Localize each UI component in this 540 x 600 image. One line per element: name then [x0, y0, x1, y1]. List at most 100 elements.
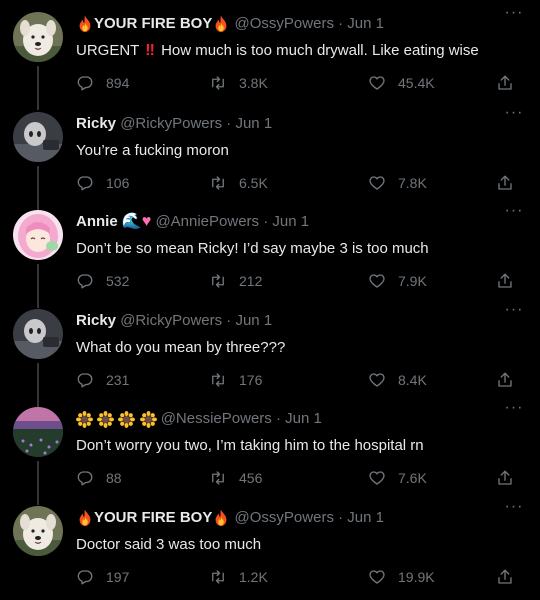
more-options-icon[interactable]: ··· — [502, 499, 526, 520]
like-icon — [368, 568, 386, 586]
retweet-icon — [209, 469, 227, 487]
tweet-actions: 106 6.5K 7.8K — [76, 172, 526, 194]
hearts-icon: ♥ — [141, 213, 152, 231]
share-button[interactable] — [496, 72, 526, 94]
more-options-icon[interactable]: ··· — [502, 400, 526, 421]
tweet-text: Doctor said 3 was too much — [76, 536, 262, 553]
tweet-1[interactable]: YOUR FIRE BOY @OssyPowers · Jun 1 ··· UR… — [0, 0, 540, 110]
share-icon — [496, 174, 514, 192]
display-name[interactable]: YOUR FIRE BOY — [94, 15, 212, 32]
like-icon — [368, 74, 386, 92]
tweet-3[interactable]: Annie 🌊♥ @AnniePowers · Jun 1 ··· Don’t … — [0, 198, 540, 308]
wave-icon: 🌊 — [121, 213, 142, 231]
like-button[interactable]: 7.6K — [368, 467, 427, 489]
share-icon — [496, 272, 514, 290]
more-options-icon[interactable]: ··· — [502, 203, 526, 224]
reply-button[interactable]: 894 — [76, 72, 129, 94]
reply-button[interactable]: 532 — [76, 270, 129, 292]
tweet-header: @NessiePowers · Jun 1 — [76, 408, 510, 430]
retweet-count: 456 — [239, 470, 263, 486]
handle[interactable]: @RickyPowers — [120, 115, 222, 132]
anime-avatar[interactable] — [13, 210, 63, 260]
reply-count: 231 — [106, 372, 130, 388]
retweet-count: 176 — [239, 372, 263, 388]
tweet-header: Ricky @RickyPowers · Jun 1 — [76, 310, 510, 332]
like-count: 45.4K — [398, 75, 435, 91]
ghost-avatar[interactable] — [13, 309, 63, 359]
retweet-button[interactable]: 1.2K — [209, 566, 268, 588]
share-button[interactable] — [496, 566, 526, 588]
tweet-text: What do you mean by three??? — [76, 339, 286, 356]
reply-count: 894 — [106, 75, 130, 91]
like-icon — [368, 272, 386, 290]
tweet-date[interactable]: Jun 1 — [235, 115, 272, 132]
tweet-date[interactable]: Jun 1 — [272, 213, 309, 230]
tweet-date[interactable]: Jun 1 — [347, 15, 384, 32]
retweet-button[interactable]: 176 — [209, 369, 262, 391]
retweet-button[interactable]: 6.5K — [209, 172, 268, 194]
share-button[interactable] — [496, 172, 526, 194]
fire-icon — [76, 509, 94, 527]
like-count: 7.9K — [398, 273, 427, 289]
tweet-header: Ricky @RickyPowers · Jun 1 — [76, 113, 510, 135]
tweet-6[interactable]: YOUR FIRE BOY @OssyPowers · Jun 1 ··· Do… — [0, 494, 540, 592]
display-name[interactable]: Ricky — [76, 312, 116, 329]
fire-icon — [212, 509, 230, 527]
retweet-button[interactable]: 212 — [209, 270, 262, 292]
display-name[interactable]: YOUR FIRE BOY — [94, 509, 212, 526]
dog-avatar[interactable] — [13, 506, 63, 556]
like-button[interactable]: 7.8K — [368, 172, 427, 194]
tweet-4[interactable]: Ricky @RickyPowers · Jun 1 ··· What do y… — [0, 297, 540, 407]
sunflower-icon — [118, 411, 135, 428]
tweet-date[interactable]: Jun 1 — [347, 509, 384, 526]
landscape-avatar[interactable] — [13, 407, 63, 457]
retweet-button[interactable]: 3.8K — [209, 72, 268, 94]
reply-button[interactable]: 197 — [76, 566, 129, 588]
reply-icon — [76, 469, 94, 487]
retweet-button[interactable]: 456 — [209, 467, 262, 489]
separator-dot: · — [338, 509, 344, 526]
like-count: 8.4K — [398, 372, 427, 388]
ghost-avatar[interactable] — [13, 112, 63, 162]
display-name[interactable]: Annie — [76, 213, 118, 230]
share-button[interactable] — [496, 369, 526, 391]
separator-dot: · — [263, 213, 269, 230]
tweet-actions: 894 3.8K 45.4K — [76, 72, 526, 94]
handle[interactable]: @AnniePowers — [155, 213, 259, 230]
reply-button[interactable]: 106 — [76, 172, 129, 194]
tweet-2[interactable]: Ricky @RickyPowers · Jun 1 ··· You’re a … — [0, 100, 540, 210]
handle[interactable]: @OssyPowers — [235, 509, 334, 526]
tweet-body: How much is too much drywall. Like eatin… — [161, 42, 479, 59]
retweet-icon — [209, 74, 227, 92]
more-options-icon[interactable]: ··· — [502, 302, 526, 323]
reply-icon — [76, 74, 94, 92]
tweet-date[interactable]: Jun 1 — [285, 410, 322, 427]
tweet-5[interactable]: @NessiePowers · Jun 1 ··· Don’t worry yo… — [0, 395, 540, 505]
like-button[interactable]: 7.9K — [368, 270, 427, 292]
handle[interactable]: @NessiePowers — [161, 410, 272, 427]
tweet-date[interactable]: Jun 1 — [235, 312, 272, 329]
share-button[interactable] — [496, 270, 526, 292]
reply-button[interactable]: 88 — [76, 467, 122, 489]
like-button[interactable]: 45.4K — [368, 72, 435, 94]
like-button[interactable]: 19.9K — [368, 566, 435, 588]
handle[interactable]: @OssyPowers — [235, 15, 334, 32]
share-icon — [496, 568, 514, 586]
tweet-actions: 231 176 8.4K — [76, 369, 526, 391]
retweet-icon — [209, 371, 227, 389]
display-name[interactable] — [76, 410, 161, 427]
share-button[interactable] — [496, 467, 526, 489]
like-count: 7.8K — [398, 175, 427, 191]
like-button[interactable]: 8.4K — [368, 369, 427, 391]
tweet-header: YOUR FIRE BOY @OssyPowers · Jun 1 — [76, 13, 510, 35]
retweet-count: 1.2K — [239, 569, 268, 585]
more-options-icon[interactable]: ··· — [502, 5, 526, 26]
separator-dot: · — [226, 115, 232, 132]
dog-avatar[interactable] — [13, 12, 63, 62]
display-name[interactable]: Ricky — [76, 115, 116, 132]
tweet-text: URGENT ‼ How much is too much drywall. L… — [76, 40, 522, 62]
more-options-icon[interactable]: ··· — [502, 105, 526, 126]
handle[interactable]: @RickyPowers — [120, 312, 222, 329]
retweet-icon — [209, 174, 227, 192]
reply-button[interactable]: 231 — [76, 369, 129, 391]
